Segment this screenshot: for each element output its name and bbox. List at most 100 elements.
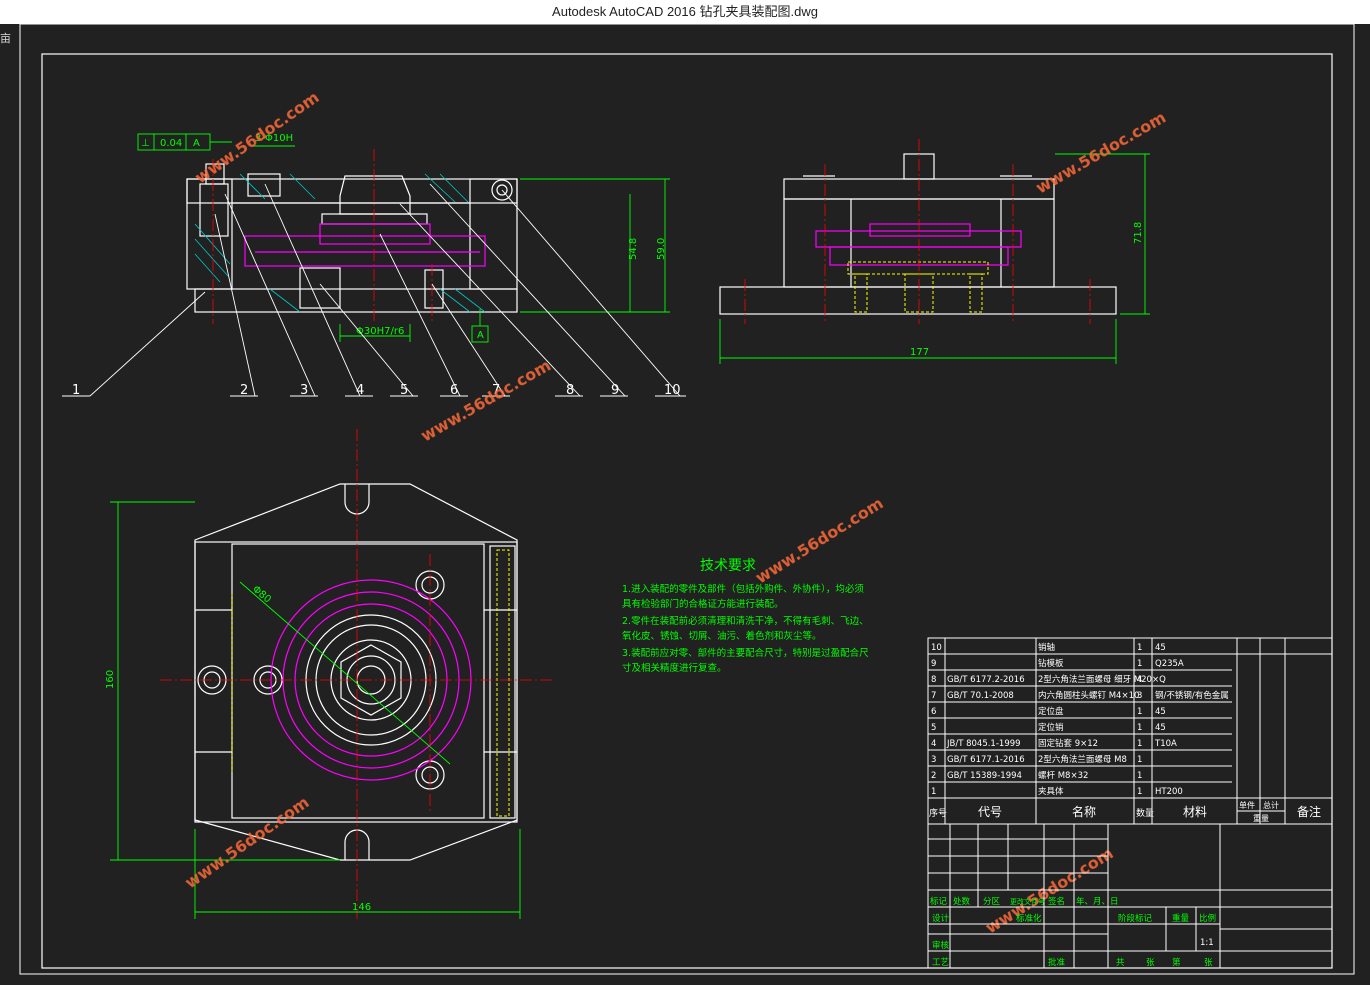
svg-text:1: 1 xyxy=(1137,707,1142,717)
svg-text:5: 5 xyxy=(931,723,936,733)
svg-text:内六角圆柱头螺钉 M4×10: 内六角圆柱头螺钉 M4×10 xyxy=(1038,690,1139,701)
svg-text:HT200: HT200 xyxy=(1155,787,1183,797)
svg-text:GB/T 6177.1-2016: GB/T 6177.1-2016 xyxy=(947,755,1025,765)
svg-text:1: 1 xyxy=(931,787,936,797)
svg-text:名称: 名称 xyxy=(1072,804,1096,819)
balloon-2: 2 xyxy=(240,383,248,398)
svg-text:2型六角法兰面螺母 细牙 M20×Q: 2型六角法兰面螺母 细牙 M20×Q xyxy=(1038,674,1166,685)
svg-text:比例: 比例 xyxy=(1199,913,1216,924)
svg-text:4: 4 xyxy=(1137,675,1142,685)
window-title: Autodesk AutoCAD 2016 钻孔夹具装配图.dwg xyxy=(0,0,1370,24)
balloon-3: 3 xyxy=(300,383,308,398)
svg-text:氧化皮、锈蚀、切屑、油污、着色剂和灰尘等。: 氧化皮、锈蚀、切屑、油污、着色剂和灰尘等。 xyxy=(622,630,822,642)
svg-text:7: 7 xyxy=(931,691,936,701)
watermark: www.56doc.com xyxy=(418,356,555,446)
svg-text:定位销: 定位销 xyxy=(1038,722,1064,733)
svg-text:2.零件在装配前必须清理和清洗干净，不得有毛刺、飞边、: 2.零件在装配前必须清理和清洗干净，不得有毛刺、飞边、 xyxy=(622,615,869,627)
svg-text:钢/不锈钢/有色金属: 钢/不锈钢/有色金属 xyxy=(1155,690,1229,701)
balloon-labels: 1 2 3 4 5 6 7 8 9 10 xyxy=(72,383,681,398)
svg-text:共: 共 xyxy=(1116,958,1125,968)
svg-text:阶段标记: 阶段标记 xyxy=(1118,913,1153,924)
svg-text:夹具体: 夹具体 xyxy=(1038,786,1064,797)
balloon-5: 5 xyxy=(400,383,408,398)
svg-text:处数: 处数 xyxy=(953,896,971,907)
balloon-4: 4 xyxy=(356,383,364,398)
cad-drawing: ⊥ 0.04 A 3-Φ10H 54.8 59.0 Φ30H7/r6 A 1 2… xyxy=(19,23,1355,975)
svg-text:1: 1 xyxy=(1137,787,1142,797)
svg-text:审核: 审核 xyxy=(932,940,950,951)
balloon-1: 1 xyxy=(72,383,80,398)
tech-req-title: 技术要求 xyxy=(700,558,756,574)
svg-text:序号: 序号 xyxy=(929,807,947,819)
svg-text:重量: 重量 xyxy=(1253,813,1269,823)
svg-text:更改文件号: 更改文件号 xyxy=(1010,897,1045,906)
svg-text:钻模板: 钻模板 xyxy=(1038,658,1064,669)
svg-text:标记: 标记 xyxy=(930,896,948,907)
drawing-canvas[interactable]: ⊥ 0.04 A 3-Φ10H 54.8 59.0 Φ30H7/r6 A 1 2… xyxy=(0,23,1370,981)
svg-text:59.0: 59.0 xyxy=(656,238,667,260)
svg-text:3: 3 xyxy=(1137,691,1142,701)
watermarks: www.56doc.com www.56doc.com www.56doc.co… xyxy=(181,87,1169,937)
svg-text:0.04: 0.04 xyxy=(160,138,182,149)
svg-text:张: 张 xyxy=(1204,958,1213,968)
svg-text:第: 第 xyxy=(1172,957,1181,968)
svg-text:工艺: 工艺 xyxy=(932,958,949,968)
balloon-10: 10 xyxy=(664,383,681,398)
watermark: www.56doc.com xyxy=(1033,108,1170,198)
side-height-dim: 71.8 xyxy=(1133,222,1144,244)
svg-text:具有检验部门的合格证方能进行装配。: 具有检验部门的合格证方能进行装配。 xyxy=(622,598,784,610)
bom-rows: 10 销轴 1 45 9 钻模板 1 Q235A 8 GB/T 6177.2-2016 2型六角… xyxy=(931,642,1229,797)
svg-text:标准化: 标准化 xyxy=(1016,913,1042,924)
svg-text:9: 9 xyxy=(931,659,936,669)
svg-text:45: 45 xyxy=(1155,723,1166,733)
top-view-center xyxy=(160,429,555,919)
svg-text:1: 1 xyxy=(1137,739,1142,749)
watermark: www.56doc.com xyxy=(752,493,887,587)
svg-text:⊥: ⊥ xyxy=(141,138,150,149)
svg-text:张: 张 xyxy=(1146,958,1155,968)
svg-text:45: 45 xyxy=(1155,707,1166,717)
top-view xyxy=(194,483,518,861)
svg-text:固定钻套 9×12: 固定钻套 9×12 xyxy=(1038,738,1098,749)
top-pcd-dim: Φ80 xyxy=(250,584,273,606)
tech-requirements: 技术要求 1.进入装配的零件及部件（包括外购件、外协件），均必须 具有检验部门的… xyxy=(622,558,869,674)
front-view-part-magenta xyxy=(244,223,486,267)
top-width-dim: 146 xyxy=(352,902,371,913)
svg-text:45: 45 xyxy=(1155,643,1166,653)
balloon-6: 6 xyxy=(450,383,458,398)
svg-text:1: 1 xyxy=(1137,755,1142,765)
svg-text:Φ30H7/r6: Φ30H7/r6 xyxy=(356,326,404,337)
svg-text:1.进入装配的零件及部件（包括外购件、外协件），均必须: 1.进入装配的零件及部件（包括外购件、外协件），均必须 xyxy=(622,583,864,595)
svg-text:代号: 代号 xyxy=(978,805,1002,819)
svg-text:分区: 分区 xyxy=(983,897,1001,907)
svg-text:GB/T 70.1-2008: GB/T 70.1-2008 xyxy=(947,691,1014,701)
svg-text:2型六角法兰面螺母 M8: 2型六角法兰面螺母 M8 xyxy=(1038,754,1127,765)
svg-text:螺杆 M8×32: 螺杆 M8×32 xyxy=(1038,770,1088,781)
svg-text:4: 4 xyxy=(931,739,936,749)
svg-text:6: 6 xyxy=(931,707,936,717)
svg-text:T10A: T10A xyxy=(1154,739,1177,749)
balloon-9: 9 xyxy=(611,383,619,398)
svg-text:1:1: 1:1 xyxy=(1200,938,1214,948)
svg-text:3: 3 xyxy=(931,755,936,765)
watermark: www.56doc.com xyxy=(181,792,312,892)
svg-text:寸及相关精度进行复查。: 寸及相关精度进行复查。 xyxy=(622,662,727,674)
svg-text:1: 1 xyxy=(1137,659,1142,669)
balloon-8: 8 xyxy=(566,383,574,398)
watermark: www.56doc.com xyxy=(191,87,322,187)
svg-text:销轴: 销轴 xyxy=(1038,642,1055,653)
svg-text:定位盘: 定位盘 xyxy=(1038,706,1064,717)
svg-text:年、月、日: 年、月、日 xyxy=(1076,896,1119,907)
svg-text:批准: 批准 xyxy=(1048,957,1066,968)
svg-text:1: 1 xyxy=(1137,723,1142,733)
svg-text:3.装配前应对零、部件的主要配合尺寸，特别是过盈配合尺: 3.装配前应对零、部件的主要配合尺寸，特别是过盈配合尺 xyxy=(622,647,869,659)
svg-text:材料: 材料 xyxy=(1183,805,1207,819)
top-view-dims xyxy=(110,501,521,919)
svg-text:GB/T 6177.2-2016: GB/T 6177.2-2016 xyxy=(947,675,1025,685)
svg-text:总计: 总计 xyxy=(1263,800,1279,810)
side-width-dim: 177 xyxy=(910,347,929,358)
side-view-magenta xyxy=(815,223,1022,266)
svg-text:数量: 数量 xyxy=(1136,807,1154,819)
front-view xyxy=(186,163,518,313)
svg-text:GB/T 15389-1994: GB/T 15389-1994 xyxy=(947,771,1022,781)
